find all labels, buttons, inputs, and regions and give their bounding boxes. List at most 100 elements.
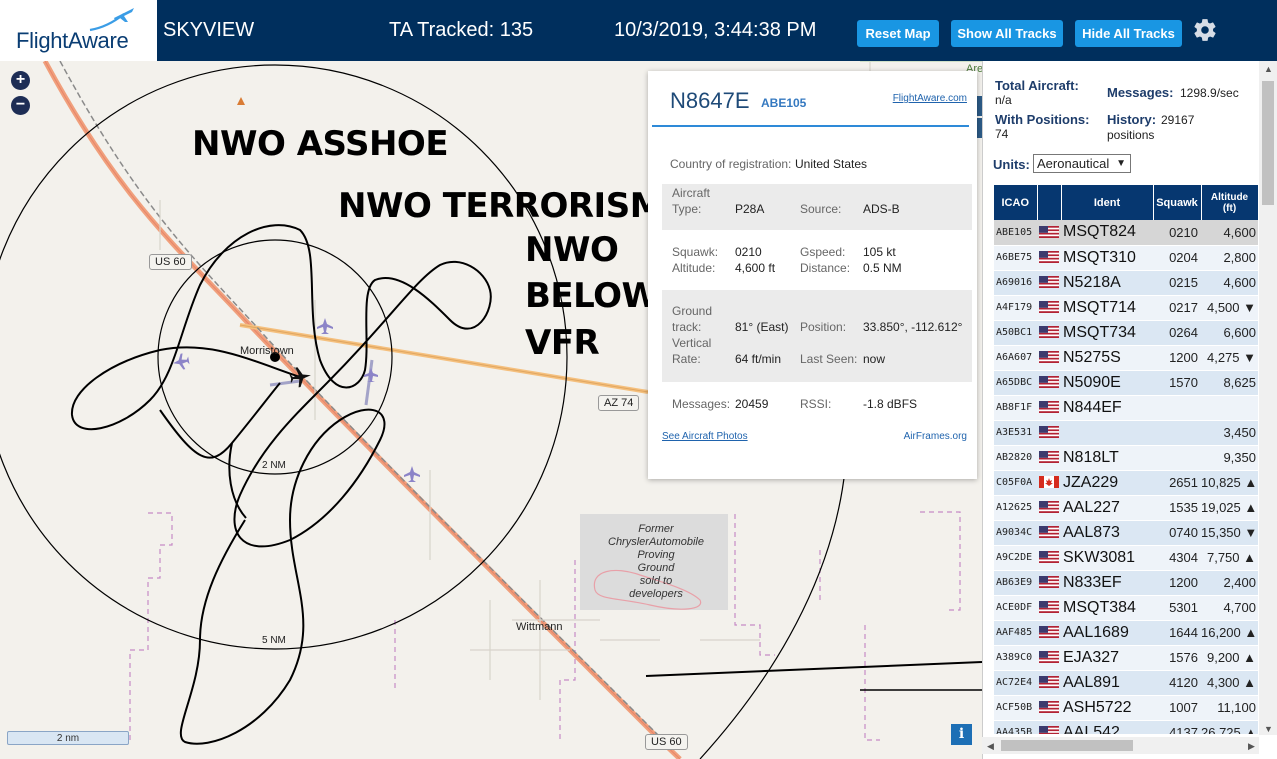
ring-label-5nm: 5 NM [262, 635, 286, 646]
us-flag-icon [1039, 301, 1059, 314]
vrate-value: 64 ft/min [735, 352, 782, 366]
cell-squawk [1153, 420, 1201, 446]
cell-altitude [1201, 395, 1258, 421]
aircraft-table-wrapper[interactable]: ICAO Ident Squawk Altitude (ft) ABE105 MS… [994, 185, 1258, 734]
column-header-ident[interactable]: Ident [1061, 185, 1154, 220]
horizontal-scroll-thumb[interactable] [1001, 740, 1133, 751]
airframes-link[interactable]: AirFrames.org [904, 431, 967, 442]
table-row[interactable]: A50BC1 MSQT734 0264 6,600 [994, 320, 1258, 346]
total-aircraft-value: n/a [995, 93, 1012, 107]
cell-altitude: 7,750 ▲ [1201, 545, 1258, 571]
scroll-up-arrow-icon[interactable]: ▲ [1264, 64, 1273, 74]
tracked-count: TA Tracked: 135 [389, 19, 534, 41]
table-row[interactable]: AB8F1F N844EF [994, 395, 1258, 421]
cell-squawk: 1535 [1153, 495, 1201, 521]
altitude-label: Altitude: [672, 261, 716, 275]
cell-ident: SKW3081 [1061, 545, 1153, 571]
table-row[interactable]: A9034C AAL873 0740 15,350 ▼ [994, 520, 1258, 546]
road-shield-az74: AZ 74 [598, 395, 640, 411]
cell-altitude: 2,800 [1201, 245, 1258, 271]
table-row[interactable]: A69016 N5218A 0215 4,600 [994, 270, 1258, 296]
cell-altitude: 16,200 ▲ [1201, 620, 1258, 646]
cell-squawk [1153, 395, 1201, 421]
us-flag-icon [1039, 501, 1059, 514]
cell-squawk: 0210 [1153, 220, 1201, 246]
us-flag-icon [1039, 451, 1059, 464]
table-row[interactable]: A65DBC N5090E 1570 8,625 [994, 370, 1258, 396]
popup-ident: ABE105 [761, 96, 807, 110]
range-ring-outer-edge [699, 469, 846, 759]
history-unit: positions [1107, 128, 1155, 142]
us-flag-icon [1039, 226, 1059, 239]
popup-squawk-row: Squawk: 0210 Gspeed: 105 kt Altitude: 4,… [662, 243, 972, 283]
track-label: Ground track: [672, 304, 713, 334]
scroll-left-arrow-icon[interactable]: ◀ [987, 741, 994, 752]
popup-messages-row: Messages: 20459 RSSI: -1.8 dBFS [662, 395, 972, 415]
table-row[interactable]: A389C0 EJA327 1576 9,200 ▲ [994, 645, 1258, 671]
map-scale-bar: 2 nm [7, 731, 129, 745]
scroll-down-arrow-icon[interactable]: ▼ [1264, 724, 1273, 734]
cell-flag [1037, 370, 1061, 396]
cell-ident: N5090E [1061, 370, 1153, 396]
column-header-altitude[interactable]: Altitude (ft) [1201, 185, 1258, 220]
cell-flag [1037, 445, 1061, 471]
cell-squawk: 2651 [1153, 470, 1201, 496]
table-row[interactable]: ACE0DF MSQT384 5301 4,700 [994, 595, 1258, 621]
cell-ident: AAL873 [1061, 520, 1153, 546]
aircraft-type-value: P28A [735, 202, 765, 216]
cell-flag [1037, 520, 1061, 546]
history-label: History: [1107, 112, 1157, 127]
column-header-squawk[interactable]: Squawk [1153, 185, 1202, 220]
table-row[interactable]: A4F179 MSQT714 0217 4,500 ▼ [994, 295, 1258, 321]
cell-icao: A69016 [994, 270, 1037, 296]
ring-label-2nm: 2 NM [262, 460, 286, 471]
popup-registration: N8647E [670, 88, 750, 113]
table-row[interactable]: A6A607 N5275S 1200 4,275 ▼ [994, 345, 1258, 371]
squawk-label: Squawk: [672, 245, 719, 259]
track-value: 81° (East) [735, 320, 789, 334]
cell-flag [1037, 495, 1061, 521]
table-row[interactable]: ABE105 MSQT824 0210 4,600 [994, 220, 1258, 246]
vertical-scroll-thumb[interactable] [1262, 81, 1274, 205]
table-row[interactable]: ACF50B ASH5722 1007 11,100 [994, 695, 1258, 721]
history-value: 29167 [1161, 113, 1195, 127]
chevron-down-icon: ▼ [1116, 158, 1126, 169]
zoom-in-button[interactable]: + [11, 71, 30, 90]
flightaware-link[interactable]: FlightAware.com [893, 93, 967, 104]
units-select-value: Aeronautical [1037, 156, 1110, 171]
cell-ident: N833EF [1061, 570, 1153, 596]
flightaware-logo[interactable]: FlightAware [0, 0, 157, 61]
cell-squawk: 4137 [1153, 720, 1201, 734]
cell-icao: A9034C [994, 520, 1037, 546]
aircraft-photos-link[interactable]: See Aircraft Photos [662, 431, 748, 442]
with-positions-value: 74 [995, 127, 1009, 141]
with-positions-label: With Positions: [995, 112, 1090, 127]
table-row[interactable]: AAF485 AAL1689 1644 16,200 ▲ [994, 620, 1258, 646]
table-row[interactable]: A3E531 3,450 [994, 420, 1258, 446]
units-select[interactable]: Aeronautical ▼ [1033, 154, 1131, 173]
reset-map-button[interactable]: Reset Map [857, 20, 939, 47]
table-row[interactable]: A9C2DE SKW3081 4304 7,750 ▲ [994, 545, 1258, 571]
aircraft-info-popup: N8647E ABE105 FlightAware.com Country of… [648, 71, 977, 479]
cell-icao: AC72E4 [994, 670, 1037, 696]
table-row[interactable]: AB63E9 N833EF 1200 2,400 [994, 570, 1258, 596]
cell-icao: A6A607 [994, 345, 1037, 371]
zoom-out-button[interactable]: − [11, 96, 30, 115]
table-row[interactable]: A6BE75 MSQT310 0204 2,800 [994, 245, 1258, 271]
scroll-right-arrow-icon[interactable]: ▶ [1248, 741, 1255, 752]
show-all-tracks-button[interactable]: Show All Tracks [951, 20, 1063, 47]
cell-squawk: 0264 [1153, 320, 1201, 346]
table-row[interactable]: C05F0A JZA229 2651 10,825 ▲ [994, 470, 1258, 496]
overlay-text-line3: NWO [525, 230, 619, 270]
table-row[interactable]: A12625 AAL227 1535 19,025 ▲ [994, 495, 1258, 521]
table-row[interactable]: AC72E4 AAL891 4120 4,300 ▲ [994, 670, 1258, 696]
column-header-icao[interactable]: ICAO [994, 185, 1038, 220]
gspeed-value: 105 kt [863, 245, 896, 259]
hide-all-tracks-button[interactable]: Hide All Tracks [1075, 20, 1182, 47]
table-row[interactable]: AB2820 N818LT 9,350 [994, 445, 1258, 471]
gear-icon[interactable] [1192, 17, 1218, 43]
column-header-flag[interactable] [1037, 185, 1062, 220]
cell-altitude: 4,600 [1201, 220, 1258, 246]
table-row[interactable]: AA435B AAL542 4137 26,725 ▲ [994, 720, 1258, 734]
info-icon[interactable]: i [951, 724, 972, 745]
